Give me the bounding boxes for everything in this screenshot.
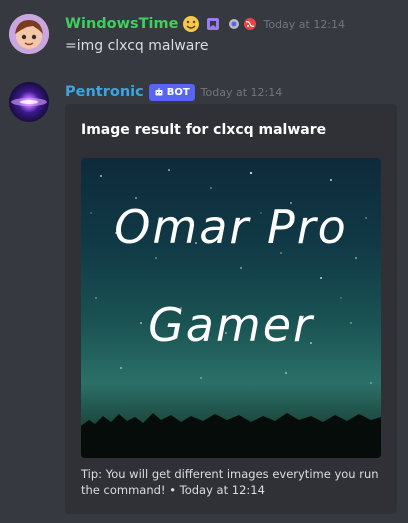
robot-icon bbox=[155, 88, 163, 96]
image-overlay-line-1: Omar Pro bbox=[114, 200, 348, 254]
bot-tag-label: BOT bbox=[166, 86, 190, 98]
timestamp: Today at 12:14 bbox=[263, 17, 346, 31]
smiley-emoji-icon bbox=[182, 15, 200, 33]
username-pentronic[interactable]: Pentronic bbox=[65, 84, 144, 100]
avatar-pentronic[interactable] bbox=[9, 82, 49, 122]
embed-footer: Tip: You will get different images every… bbox=[81, 467, 379, 497]
image-overlay-line-2: Gamer bbox=[148, 298, 314, 352]
embed-title: Image result for clxcq malware bbox=[81, 122, 327, 138]
message-windowstime: WindowsTime Today at 12:14 =img clxcq ma… bbox=[0, 0, 408, 70]
bot-tag: BOT bbox=[148, 83, 195, 101]
server-booster-icon[interactable] bbox=[228, 18, 240, 30]
message-content: =img clxcq malware bbox=[65, 38, 209, 54]
timestamp: Today at 12:14 bbox=[200, 85, 283, 99]
avatar-windowstime[interactable] bbox=[9, 14, 49, 54]
globe-icon[interactable] bbox=[243, 17, 257, 31]
galaxy-avatar-icon bbox=[9, 82, 49, 122]
embed-image[interactable]: Omar Pro Gamer bbox=[81, 158, 381, 458]
image-embed: Image result for clxcq malware Omar Pro … bbox=[65, 104, 397, 514]
username-windowstime[interactable]: WindowsTime bbox=[65, 16, 178, 32]
nitro-badge-icon[interactable] bbox=[206, 17, 220, 31]
avatar-character-icon bbox=[9, 14, 49, 54]
